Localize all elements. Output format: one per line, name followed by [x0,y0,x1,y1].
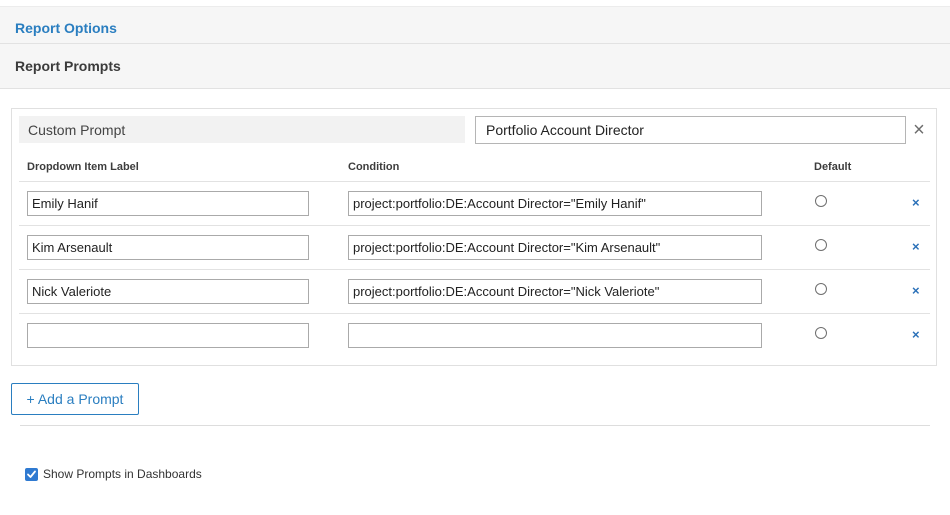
column-header-label: Dropdown Item Label [27,161,139,173]
report-options-header[interactable]: Report Options [0,6,950,44]
prompt-row: × [19,269,930,313]
prompt-row: × [19,313,930,357]
report-prompts-header: Report Prompts [0,44,950,89]
report-options-link[interactable]: Report Options [15,20,117,36]
prompt-type-label: Custom Prompt [19,116,465,143]
column-header-default: Default [814,161,852,173]
default-radio[interactable] [815,283,827,295]
checkmark-icon [27,470,36,478]
prompt-name-input[interactable] [475,116,906,144]
condition-input[interactable] [348,191,762,216]
delete-row-icon[interactable]: × [912,196,920,210]
column-header-condition: Condition [348,161,400,173]
dropdown-label-input[interactable] [27,279,309,304]
condition-input[interactable] [348,235,762,260]
close-icon[interactable]: × [910,120,928,140]
divider [20,425,930,426]
delete-row-icon[interactable]: × [912,284,920,298]
add-prompt-button[interactable]: + Add a Prompt [11,383,139,415]
custom-prompt-card: Custom Prompt × Dropdown Item Label Cond… [11,108,937,366]
condition-input[interactable] [348,323,762,348]
default-radio[interactable] [815,195,827,207]
show-prompts-checkbox[interactable] [25,468,38,481]
delete-row-icon[interactable]: × [912,240,920,254]
prompt-row: × [19,181,930,225]
dropdown-label-input[interactable] [27,235,309,260]
prompt-row: × [19,225,930,269]
dropdown-label-input[interactable] [27,323,309,348]
condition-input[interactable] [348,279,762,304]
dropdown-label-input[interactable] [27,191,309,216]
default-radio[interactable] [815,239,827,251]
default-radio[interactable] [815,327,827,339]
report-prompts-title: Report Prompts [15,58,121,74]
show-prompts-label[interactable]: Show Prompts in Dashboards [43,467,202,481]
delete-row-icon[interactable]: × [912,328,920,342]
